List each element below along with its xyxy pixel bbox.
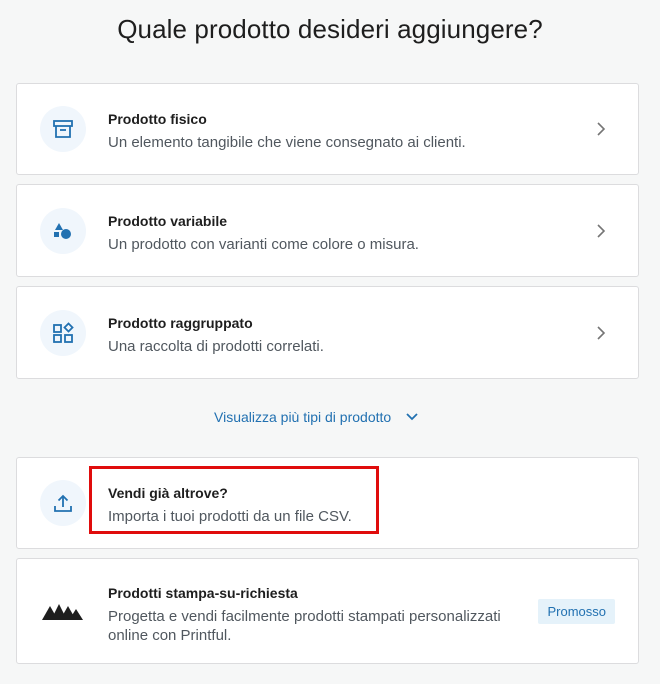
grid-group-icon [40,310,86,356]
promoted-badge: Promosso [538,599,615,624]
card-title: Prodotti stampa-su-richiesta [108,585,298,601]
page-title: Quale prodotto desideri aggiungere? [117,14,543,44]
shapes-icon [40,208,86,254]
chevron-right-icon [594,326,608,340]
card-title: Prodotto raggruppato [108,315,253,331]
card-title: Vendi già altrove? [108,485,228,501]
card-description: Una raccolta di prodotti correlati. [108,338,324,355]
card-description-line1: Progetta e vendi facilmente prodotti sta… [108,608,501,625]
chevron-right-icon [594,122,608,136]
card-print-on-demand[interactable]: Prodotti stampa-su-richiesta Progetta e … [16,558,639,664]
card-description: Un elemento tangibile che viene consegna… [108,134,466,151]
card-title: Prodotto fisico [108,111,207,127]
archive-box-icon [40,106,86,152]
more-product-types-label: Visualizza più tipi di prodotto [214,409,392,425]
more-product-types-link[interactable]: Visualizza più tipi di prodotto [214,406,419,428]
card-csv-import[interactable]: Vendi già altrove? Importa i tuoi prodot… [16,457,639,549]
chevron-down-icon [405,409,419,425]
chevron-right-icon [594,224,608,238]
card-grouped-product[interactable]: Prodotto raggruppato Una raccolta di pro… [16,286,639,379]
card-description: Un prodotto con varianti come colore o m… [108,236,419,253]
card-physical-product[interactable]: Prodotto fisico Un elemento tangibile ch… [16,83,639,175]
printful-logo-icon [42,600,84,622]
card-title: Prodotto variabile [108,213,228,229]
card-description-line2: online con Printful. [108,627,232,644]
card-description: Importa i tuoi prodotti da un file CSV. [108,508,352,525]
card-variable-product[interactable]: Prodotto variabile Un prodotto con varia… [16,184,639,277]
upload-icon [40,480,86,526]
